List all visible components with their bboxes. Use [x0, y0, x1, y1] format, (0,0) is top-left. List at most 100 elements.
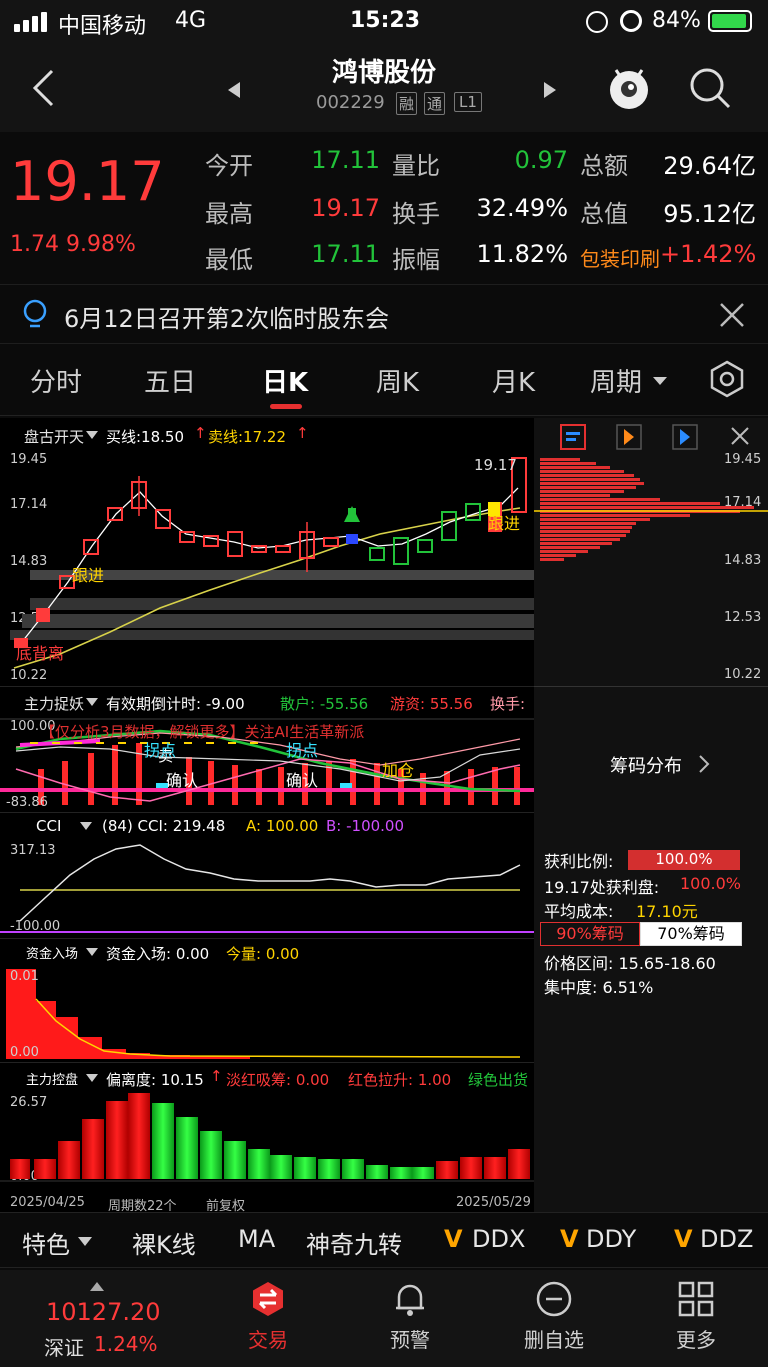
search-icon[interactable]	[688, 66, 732, 110]
settings-hexagon-icon[interactable]	[708, 360, 746, 398]
close-icon[interactable]	[718, 301, 746, 329]
feature-ddx[interactable]: DDX	[472, 1225, 525, 1253]
bell-icon	[396, 1284, 424, 1316]
label-open: 今开	[205, 152, 253, 180]
chip-y-label-1: 19.45	[724, 452, 762, 467]
badge-margin: 融	[396, 92, 418, 115]
price-change-pct: 9.98%	[66, 232, 136, 257]
nav-remove-label: 删自选	[524, 1328, 584, 1352]
chip-style-icon-1[interactable]	[560, 424, 586, 450]
industry-link[interactable]: 包装印刷	[580, 243, 660, 272]
active-tab-indicator	[270, 404, 302, 409]
nav-remove-watchlist[interactable]: 删自选	[504, 1280, 604, 1353]
chip-style-icon-2[interactable]	[616, 424, 642, 450]
notice-bar[interactable]: 6月12日召开第2次临时股东会	[0, 284, 768, 344]
remove-circle-icon	[536, 1281, 572, 1317]
nav-trade[interactable]: 交易	[218, 1280, 318, 1353]
label-high: 最高	[205, 200, 253, 228]
chip-70-button[interactable]: 70%筹码	[640, 922, 742, 946]
chip-histogram	[534, 458, 768, 561]
feature-naked-k[interactable]: 裸K线	[132, 1225, 196, 1260]
price-range: 价格区间: 15.65-18.60	[544, 954, 716, 973]
price-high-label: 19.17	[474, 456, 517, 474]
tab-weekly-k[interactable]: 周K	[376, 362, 419, 399]
tab-intraday[interactable]: 分时	[30, 362, 82, 399]
profit-ratio-label: 获利比例:	[544, 852, 614, 871]
network-type: 4G	[175, 8, 207, 33]
chevron-right-icon	[699, 755, 710, 773]
tab-five-day[interactable]: 五日	[144, 362, 196, 399]
chevron-down-icon	[653, 377, 667, 385]
quote-panel: 19.17 1.74 9.98% 今开 17.11 量比 0.97 总额 29.…	[0, 132, 768, 282]
next-stock-icon[interactable]	[542, 80, 558, 100]
label-amplitude: 振幅	[392, 246, 440, 274]
index-name: 深证	[44, 1336, 84, 1360]
zhuli-chart	[0, 718, 534, 805]
confirm-label-1: 确认	[166, 771, 199, 790]
turning-point-label-2: 拐点	[286, 741, 319, 760]
profit-ratio-value: 100.0%	[628, 850, 740, 870]
chevron-up-icon[interactable]	[90, 1282, 104, 1291]
robot-assistant-icon[interactable]	[606, 62, 652, 112]
carrier-name: 中国移动	[58, 14, 147, 39]
cci-chart	[0, 844, 534, 933]
end-date: 2025/05/29	[456, 1195, 531, 1210]
battery-percent: 84%	[652, 8, 701, 33]
v-badge-icon: V	[674, 1225, 693, 1253]
value-turnover-rate: 32.49%	[476, 194, 568, 222]
chip-style-icon-3[interactable]	[672, 424, 698, 450]
feature-ma[interactable]: MA	[238, 1225, 275, 1253]
tab-monthly-k[interactable]: 月K	[492, 362, 535, 399]
chip-distribution-title[interactable]: 筹码分布	[610, 752, 682, 778]
avg-cost-value: 17.10元	[636, 902, 698, 921]
tab-period[interactable]: 周期	[590, 362, 642, 399]
chip-y-label-2: 17.14	[724, 495, 762, 510]
chip-90-button[interactable]: 90%筹码	[540, 922, 640, 946]
signal-icon	[14, 12, 50, 32]
battery-icon	[708, 10, 752, 32]
badge-level: L1	[454, 92, 482, 112]
status-bar: 中国移动 4G 15:23 84%	[0, 0, 768, 44]
follow-label-2: 跟进	[488, 514, 521, 533]
cci-panel[interactable]: CCI (84) CCI: 219.48 A: 100.00 B: -100.0…	[0, 812, 534, 938]
v-badge-icon: V	[560, 1225, 579, 1253]
feature-ddz[interactable]: DDZ	[700, 1225, 753, 1253]
value-amplitude: 11.82%	[476, 240, 568, 268]
chevron-down-icon	[78, 1237, 92, 1246]
main-control-panel[interactable]: 主力控盘 偏离度: 10.15 ↑ 淡红吸筹: 0.00 红色拉升: 1.00 …	[0, 1062, 534, 1214]
nav-more[interactable]: 更多	[646, 1280, 746, 1353]
add-position-label: 加仓	[382, 761, 415, 780]
value-volume-ratio: 0.97	[514, 146, 568, 174]
industry-change: +1.42%	[660, 240, 757, 268]
feature-magic-nine[interactable]: 神奇九转	[306, 1225, 402, 1260]
index-value[interactable]: 10127.20	[46, 1298, 161, 1326]
indicator-zhuli-panel[interactable]: 主力捉妖 有效期倒计时: -9.00 散户: -55.56 游资: 55.56 …	[0, 686, 534, 812]
feature-special[interactable]: 特色	[22, 1225, 70, 1260]
fund-entry-panel[interactable]: 资金入场 资金入场: 0.00 今量: 0.00 0.01 0.00	[0, 938, 534, 1062]
notice-text: 6月12日召开第2次临时股东会	[64, 305, 390, 333]
kline-panel[interactable]: 盘古开天 买线:18.50 ↑ 卖线:17.22 ↑ 19.45 17.14 1…	[0, 418, 534, 686]
divergence-label: 底背离	[16, 644, 65, 663]
profit-at-price-label: 19.17处获利盘:	[544, 878, 660, 897]
chip-panel[interactable]: 19.45 17.14 14.83 12.53 10.22 筹码分布 获利比例:…	[534, 418, 768, 1212]
stock-header: 鸿博股份 002229 融 通 L1	[0, 44, 768, 132]
price-change: 1.74	[10, 232, 59, 257]
v-badge-icon: V	[444, 1225, 463, 1253]
nav-trade-label: 交易	[248, 1328, 288, 1352]
follow-label-1: 跟进	[72, 566, 105, 585]
alarm-icon	[620, 10, 642, 32]
trade-icon	[253, 1282, 283, 1316]
nav-alert[interactable]: 预警	[360, 1280, 460, 1353]
tab-daily-k[interactable]: 日K	[262, 362, 308, 399]
feature-bar: 特色 裸K线 MA 神奇九转 V DDX V DDY V DDZ	[0, 1212, 768, 1268]
label-volume-ratio: 量比	[392, 152, 440, 180]
confirm-label-2: 确认	[286, 771, 319, 790]
close-icon[interactable]	[730, 426, 750, 446]
chip-y-label-3: 14.83	[724, 553, 762, 568]
nav-more-label: 更多	[676, 1328, 716, 1352]
divider	[534, 686, 768, 687]
profit-at-price-value: 100.0%	[680, 874, 742, 893]
candlestick-chart	[10, 457, 534, 669]
current-price: 19.17	[10, 150, 165, 213]
feature-ddy[interactable]: DDY	[586, 1225, 636, 1253]
